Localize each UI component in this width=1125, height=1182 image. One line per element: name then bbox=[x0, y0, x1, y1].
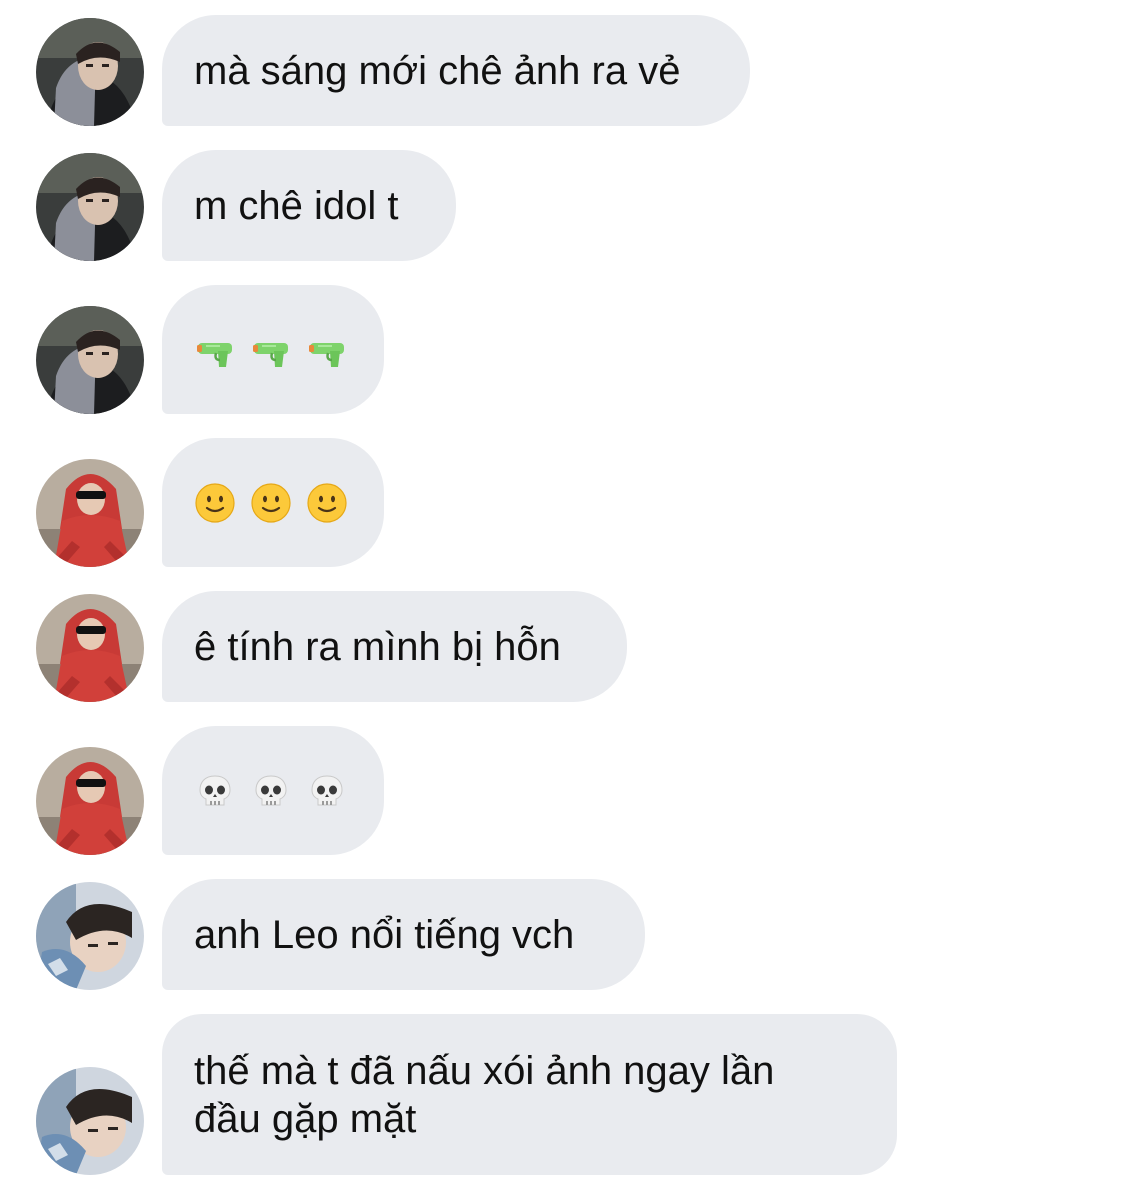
skull-icon bbox=[311, 774, 343, 805]
water-pistol-icon bbox=[309, 342, 344, 367]
skull-icon bbox=[199, 774, 231, 805]
message-text: ê tính ra mình bị hỗn bbox=[194, 624, 561, 669]
avatar-photo bbox=[36, 306, 144, 414]
avatar-photo bbox=[36, 594, 144, 702]
message-text: anh Leo nổi tiếng vch bbox=[194, 912, 575, 957]
avatar-user-b[interactable] bbox=[36, 747, 144, 855]
slightly-smiling-face-icon bbox=[251, 482, 291, 523]
avatar-user-c[interactable] bbox=[36, 882, 144, 990]
message-bubble[interactable]: mà sáng mới chê ảnh ra vẻ bbox=[162, 15, 750, 126]
message-bubble[interactable]: ê tính ra mình bị hỗn bbox=[162, 591, 627, 702]
message-text: m chê idol t bbox=[194, 183, 399, 228]
message-bubble[interactable]: thế mà t đã nấu xói ảnh ngay lần đầu gặp… bbox=[162, 1014, 897, 1175]
slightly-smiling-face-icon bbox=[307, 482, 347, 523]
avatar-user-a[interactable] bbox=[36, 18, 144, 126]
skull-icon bbox=[255, 774, 287, 805]
chat-thread: mà sáng mới chê ảnh ra vẻ m chê idol t ê… bbox=[0, 0, 1125, 1182]
avatar-user-b[interactable] bbox=[36, 594, 144, 702]
emoji-row bbox=[194, 770, 348, 812]
message-bubble[interactable] bbox=[162, 438, 384, 567]
avatar-photo bbox=[36, 882, 144, 990]
message-text: thế mà t đã nấu xói ảnh ngay lần đầu gặp… bbox=[194, 1048, 775, 1141]
avatar-user-b[interactable] bbox=[36, 459, 144, 567]
emoji-row bbox=[194, 329, 348, 371]
slightly-smiling-face-icon bbox=[195, 482, 235, 523]
avatar-photo bbox=[36, 1067, 144, 1175]
message-bubble[interactable] bbox=[162, 726, 384, 855]
message-bubble[interactable]: anh Leo nổi tiếng vch bbox=[162, 879, 645, 990]
message-bubble[interactable] bbox=[162, 285, 384, 414]
message-bubble[interactable]: m chê idol t bbox=[162, 150, 456, 261]
water-pistol-icon bbox=[197, 342, 232, 367]
message-text: mà sáng mới chê ảnh ra vẻ bbox=[194, 48, 681, 93]
avatar-user-c[interactable] bbox=[36, 1067, 144, 1175]
water-pistol-icon bbox=[253, 342, 288, 367]
avatar-user-a[interactable] bbox=[36, 306, 144, 414]
avatar-photo bbox=[36, 747, 144, 855]
avatar-photo bbox=[36, 459, 144, 567]
avatar-photo bbox=[36, 153, 144, 261]
avatar-photo bbox=[36, 18, 144, 126]
emoji-row bbox=[194, 482, 348, 524]
avatar-user-a[interactable] bbox=[36, 153, 144, 261]
